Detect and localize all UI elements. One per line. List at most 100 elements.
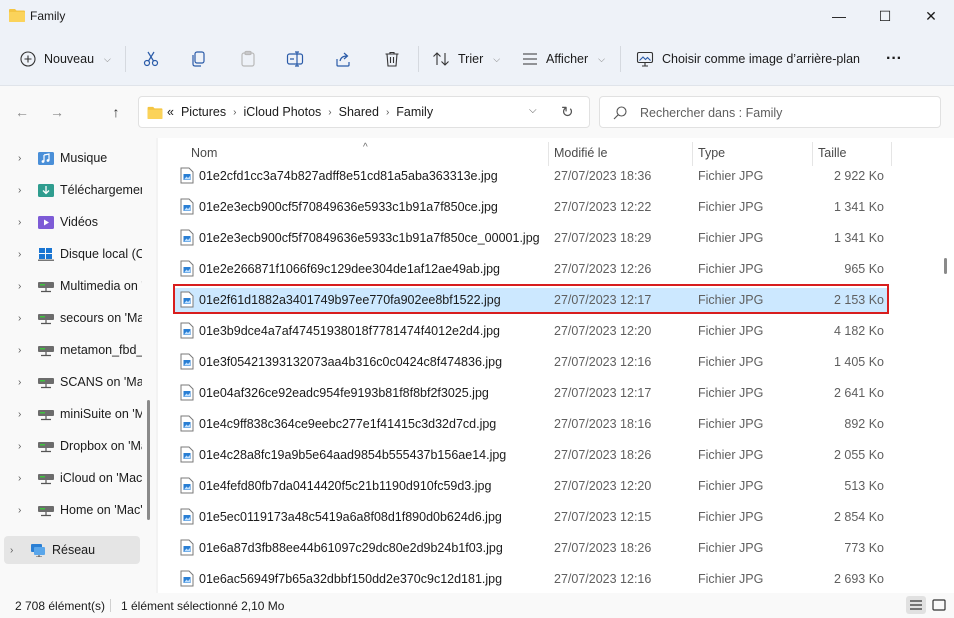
sidebar-item-dropbox[interactable]: › Dropbox on 'Mac' bbox=[0, 432, 148, 460]
sidebar-item-videos[interactable]: › Vidéos bbox=[0, 208, 148, 236]
column-divider[interactable] bbox=[692, 142, 693, 166]
chevron-right-icon[interactable]: › bbox=[18, 441, 21, 452]
sidebar-item-reseau[interactable]: › Réseau bbox=[4, 536, 140, 564]
chevron-right-icon[interactable]: › bbox=[18, 281, 21, 292]
table-row[interactable]: 01e2e3ecb900cf5f70849636e5933c1b91a7f850… bbox=[175, 226, 888, 250]
file-type: Fichier JPG bbox=[698, 386, 764, 400]
chevron-down-icon[interactable]: ⌵ bbox=[529, 105, 537, 116]
chevron-right-icon[interactable]: › bbox=[18, 249, 21, 260]
table-row[interactable]: 01e2cfd1cc3a74b827adff8e51cd81a5aba36331… bbox=[175, 164, 888, 188]
table-row[interactable]: 01e5ec0119173a48c5419a6a8f08d1f890d0b624… bbox=[175, 505, 888, 529]
file-name: 01e6ac56949f7b65a32dbbf150dd2e370c9c12d1… bbox=[199, 572, 503, 586]
file-size: 1 341 Ko bbox=[833, 231, 884, 245]
file-type: Fichier JPG bbox=[698, 479, 764, 493]
sidebar-scrollbar[interactable] bbox=[147, 400, 150, 520]
sidebar-item-telechargements[interactable]: › Téléchargements bbox=[0, 176, 148, 204]
forward-button[interactable]: → bbox=[45, 102, 69, 122]
chevron-right-icon[interactable]: › bbox=[18, 505, 21, 516]
column-divider[interactable] bbox=[891, 142, 892, 166]
jpg-file-icon bbox=[180, 260, 194, 277]
arrow-up-icon: ↑ bbox=[112, 104, 120, 120]
table-row[interactable]: 01e2e3ecb900cf5f70849636e5933c1b91a7f850… bbox=[175, 195, 888, 219]
file-type: Fichier JPG bbox=[698, 417, 764, 431]
sidebar-item-scans[interactable]: › SCANS on 'Mac' bbox=[0, 368, 148, 396]
rename-button[interactable] bbox=[283, 47, 307, 71]
chevron-right-icon[interactable]: › bbox=[328, 107, 331, 118]
table-row[interactable]: 01e3b9dce4a7af47451938018f7781474f4012e2… bbox=[175, 319, 888, 343]
copy-button[interactable] bbox=[187, 47, 211, 71]
table-row[interactable]: 01e2e266871f1066f69c129dee304de1af12ae49… bbox=[175, 257, 888, 281]
chevron-right-icon[interactable]: › bbox=[18, 185, 21, 196]
sidebar-item-musique[interactable]: › Musique bbox=[0, 144, 148, 172]
breadcrumb-pictures[interactable]: Pictures bbox=[181, 105, 226, 119]
sidebar-item-label: Téléchargements bbox=[60, 183, 142, 197]
file-name: 01e6a87d3fb88ee44b61097c29dc80e2d9b24b1f… bbox=[199, 541, 503, 555]
chevron-right-icon[interactable]: › bbox=[10, 545, 13, 556]
file-type: Fichier JPG bbox=[698, 231, 764, 245]
sidebar-item-home[interactable]: › Home on 'Mac' bbox=[0, 496, 148, 524]
cut-button[interactable] bbox=[139, 47, 163, 71]
chevron-right-icon[interactable]: › bbox=[18, 377, 21, 388]
new-button[interactable]: Nouveau ⌵ bbox=[20, 44, 111, 74]
chevron-right-icon[interactable]: › bbox=[18, 153, 21, 164]
details-view-button[interactable] bbox=[906, 596, 926, 614]
table-row[interactable]: 01e04af326ce92eadc954fe9193b81f8f8bf2f30… bbox=[175, 381, 888, 405]
sidebar-item-disque-local[interactable]: › Disque local (C:) bbox=[0, 240, 148, 268]
file-modified: 27/07/2023 12:17 bbox=[554, 386, 652, 400]
file-size: 1 405 Ko bbox=[833, 355, 884, 369]
sidebar-item-secours[interactable]: › secours on 'Mac' bbox=[0, 304, 148, 332]
share-icon bbox=[336, 52, 350, 67]
set-wallpaper-button[interactable]: Choisir comme image d’arrière-plan bbox=[636, 44, 860, 74]
chevron-right-icon[interactable]: › bbox=[386, 107, 389, 118]
view-button[interactable]: Afficher ⌵ bbox=[522, 44, 605, 74]
minimize-button[interactable]: — bbox=[816, 0, 862, 32]
chevron-right-icon[interactable]: › bbox=[18, 313, 21, 324]
column-divider[interactable] bbox=[812, 142, 813, 166]
search-input[interactable]: Rechercher dans : Family bbox=[640, 106, 782, 120]
table-row[interactable]: 01e4c9ff838c364ce9eebc277e1f41415c3d32d7… bbox=[175, 412, 888, 436]
up-button[interactable]: ↑ bbox=[104, 102, 128, 122]
chevron-right-icon[interactable]: › bbox=[18, 217, 21, 228]
sidebar-item-label: metamon_fbd_ bbox=[60, 343, 142, 357]
sidebar-item-multimedia[interactable]: › Multimedia on 'Mac' bbox=[0, 272, 148, 300]
table-row[interactable]: 01e3f05421393132073aa4b316c0c0424c8f4748… bbox=[175, 350, 888, 374]
navigation-bar: ← → ↑ « Pictures › iCloud Photos › Share… bbox=[0, 86, 954, 138]
breadcrumb-overflow[interactable]: « bbox=[167, 105, 174, 119]
table-row[interactable]: 01e4c28a8fc19a9b5e64aad9854b555437b156ae… bbox=[175, 443, 888, 467]
copy-icon bbox=[192, 51, 205, 67]
sidebar-item-minisuite[interactable]: › miniSuite on 'Mac' bbox=[0, 400, 148, 428]
breadcrumb-icloud-photos[interactable]: iCloud Photos bbox=[243, 105, 321, 119]
sort-button[interactable]: Trier ⌵ bbox=[432, 44, 500, 74]
more-options-button[interactable]: ··· bbox=[886, 44, 902, 74]
file-modified: 27/07/2023 12:20 bbox=[554, 479, 652, 493]
sidebar-item-label: Réseau bbox=[52, 543, 96, 557]
sidebar-item-metamon[interactable]: › metamon_fbd_ bbox=[0, 336, 148, 364]
search-box[interactable]: Rechercher dans : Family bbox=[599, 96, 941, 128]
breadcrumb-shared[interactable]: Shared bbox=[339, 105, 379, 119]
toolbar-divider bbox=[418, 46, 419, 72]
tiles-view-button[interactable] bbox=[929, 596, 949, 614]
sidebar-item-label: secours on 'Mac' bbox=[60, 311, 142, 325]
table-row[interactable]: 01e6ac56949f7b65a32dbbf150dd2e370c9c12d1… bbox=[175, 567, 888, 591]
chevron-right-icon[interactable]: › bbox=[18, 409, 21, 420]
paste-button[interactable] bbox=[236, 47, 260, 71]
breadcrumb-family[interactable]: Family bbox=[396, 105, 433, 119]
back-button[interactable]: ← bbox=[10, 102, 34, 122]
chevron-right-icon[interactable]: › bbox=[18, 345, 21, 356]
column-divider[interactable] bbox=[548, 142, 549, 166]
delete-button[interactable] bbox=[380, 47, 404, 71]
close-button[interactable]: ✕ bbox=[908, 0, 954, 32]
address-bar[interactable]: « Pictures › iCloud Photos › Shared › Fa… bbox=[138, 96, 590, 128]
maximize-button[interactable]: ☐ bbox=[862, 0, 908, 32]
table-row[interactable]: 01e4fefd80fb7da0414420f5c21b1190d910fc59… bbox=[175, 474, 888, 498]
table-row[interactable]: 01e6a87d3fb88ee44b61097c29dc80e2d9b24b1f… bbox=[175, 536, 888, 560]
network-drive-icon bbox=[38, 506, 54, 517]
sidebar-item-icloud[interactable]: › iCloud on 'Mac' bbox=[0, 464, 148, 492]
chevron-right-icon[interactable]: › bbox=[18, 473, 21, 484]
vertical-scrollbar[interactable] bbox=[944, 258, 947, 274]
jpg-file-icon bbox=[180, 570, 194, 587]
column-header-label: Modifié le bbox=[554, 146, 608, 160]
share-button[interactable] bbox=[331, 47, 355, 71]
chevron-right-icon[interactable]: › bbox=[233, 107, 236, 118]
refresh-icon[interactable]: ↻ bbox=[561, 103, 574, 121]
